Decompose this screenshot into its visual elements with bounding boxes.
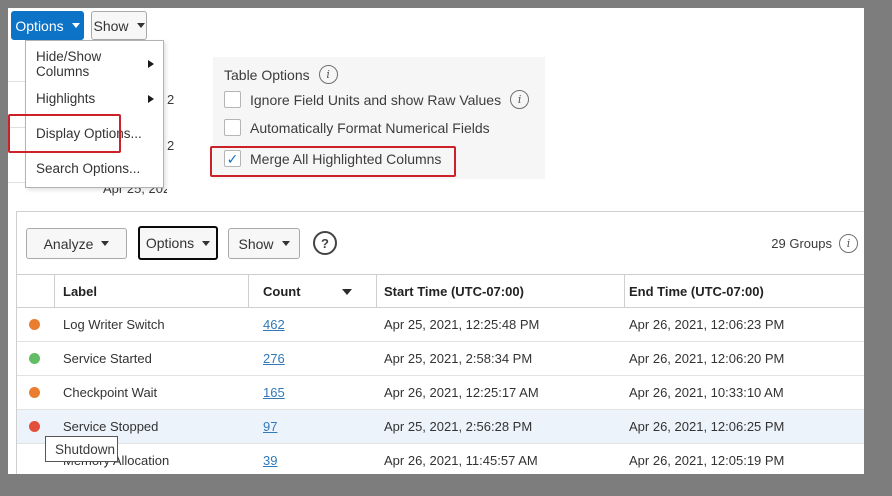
page-background: 2 2 Apr 25, 202 Options Show Hide/Show C…: [8, 8, 864, 474]
row-start-time: Apr 26, 2021, 11:45:57 AM: [384, 444, 538, 474]
row-end-time: Apr 26, 2021, 10:33:10 AM: [629, 376, 784, 410]
table-options-button[interactable]: Options: [138, 226, 218, 260]
row-label: Checkpoint Wait: [63, 376, 157, 410]
chevron-down-icon: [202, 241, 210, 246]
table-row[interactable]: Service Stopped 97 Apr 25, 2021, 2:56:28…: [17, 410, 864, 444]
row-end-time: Apr 26, 2021, 12:05:19 PM: [629, 444, 784, 474]
options-dropdown-menu: Hide/Show Columns Highlights Display Opt…: [25, 40, 164, 188]
row-start-time: Apr 25, 2021, 12:25:48 PM: [384, 308, 539, 342]
row-start-time: Apr 25, 2021, 2:58:34 PM: [384, 342, 532, 376]
options-button-label: Options: [15, 18, 63, 34]
row-label: Service Started: [63, 342, 152, 376]
tooltip-text: Shutdown: [55, 442, 115, 457]
groups-count-label: 29 Groups: [771, 236, 832, 251]
show-button-label: Show: [93, 18, 128, 34]
column-header-count[interactable]: Count: [263, 275, 301, 309]
status-dot: [29, 421, 40, 432]
menu-item-display-options[interactable]: Display Options...: [26, 116, 163, 151]
row-end-time: Apr 26, 2021, 12:06:25 PM: [629, 410, 784, 444]
info-icon[interactable]: i: [510, 90, 529, 109]
row-end-time: Apr 26, 2021, 12:06:23 PM: [629, 308, 784, 342]
status-dot: [29, 353, 40, 364]
occluded-row-divider: [8, 81, 25, 82]
sort-descending-icon[interactable]: [342, 289, 352, 295]
column-divider: [54, 275, 55, 307]
chevron-down-icon: [137, 23, 145, 28]
submenu-arrow-icon: [148, 95, 154, 103]
occluded-row-divider: [8, 182, 25, 183]
checkmark-icon: ✓: [227, 152, 239, 166]
groups-count: 29 Groups i: [771, 212, 858, 274]
chevron-down-icon: [282, 241, 290, 246]
table-show-button[interactable]: Show: [228, 228, 300, 259]
menu-item-hide-show-columns[interactable]: Hide/Show Columns: [26, 46, 163, 81]
occluded-date-fragment: Apr 25, 202: [103, 188, 167, 196]
help-icon[interactable]: ?: [313, 231, 337, 255]
count-link[interactable]: 39: [263, 444, 277, 474]
status-dot: [29, 319, 40, 330]
groups-table: Analyze Options Show ? 29 Groups i Label…: [16, 211, 864, 474]
checkbox-auto-format-numerical[interactable]: [224, 119, 241, 136]
column-header-start-time[interactable]: Start Time (UTC-07:00): [384, 275, 524, 309]
occluded-row-divider: [8, 127, 25, 128]
table-row[interactable]: Checkpoint Wait 165 Apr 26, 2021, 12:25:…: [17, 376, 864, 410]
info-icon[interactable]: i: [319, 65, 338, 84]
column-divider: [248, 275, 249, 307]
analyze-button[interactable]: Analyze: [26, 228, 127, 259]
checkbox-merge-highlighted-columns[interactable]: ✓: [224, 150, 241, 167]
table-row[interactable]: Memory Allocation 39 Apr 26, 2021, 11:45…: [17, 444, 864, 474]
row-end-time: Apr 26, 2021, 12:06:20 PM: [629, 342, 784, 376]
occluded-number-fragment: 2: [167, 138, 174, 153]
column-header-end-time[interactable]: End Time (UTC-07:00): [629, 275, 764, 309]
occluded-number-fragment: 2: [167, 92, 174, 107]
table-options-panel: Table Options i Ignore Field Units and s…: [213, 57, 545, 179]
count-link[interactable]: 276: [263, 342, 285, 376]
column-header-label[interactable]: Label: [63, 275, 97, 309]
info-icon[interactable]: i: [839, 234, 858, 253]
count-link[interactable]: 165: [263, 376, 285, 410]
table-header-row: Label Count Start Time (UTC-07:00) End T…: [17, 274, 864, 308]
column-divider: [624, 275, 625, 307]
table-row[interactable]: Log Writer Switch 462 Apr 25, 2021, 12:2…: [17, 308, 864, 342]
count-link[interactable]: 97: [263, 410, 277, 444]
checkbox-ignore-field-units[interactable]: [224, 91, 241, 108]
options-button[interactable]: Options: [11, 11, 84, 40]
chevron-down-icon: [101, 241, 109, 246]
show-button[interactable]: Show: [91, 11, 147, 40]
menu-item-highlights[interactable]: Highlights: [26, 81, 163, 116]
row-start-time: Apr 26, 2021, 12:25:17 AM: [384, 376, 539, 410]
table-options-title: Table Options: [224, 67, 310, 83]
table-row[interactable]: Service Started 276 Apr 25, 2021, 2:58:3…: [17, 342, 864, 376]
chevron-down-icon: [72, 23, 80, 28]
row-label: Log Writer Switch: [63, 308, 165, 342]
menu-item-search-options[interactable]: Search Options...: [26, 151, 163, 186]
status-dot: [29, 387, 40, 398]
count-link[interactable]: 462: [263, 308, 285, 342]
shutdown-tooltip: Shutdown: [45, 436, 118, 462]
submenu-arrow-icon: [148, 60, 154, 68]
column-divider: [376, 275, 377, 307]
row-start-time: Apr 25, 2021, 2:56:28 PM: [384, 410, 532, 444]
